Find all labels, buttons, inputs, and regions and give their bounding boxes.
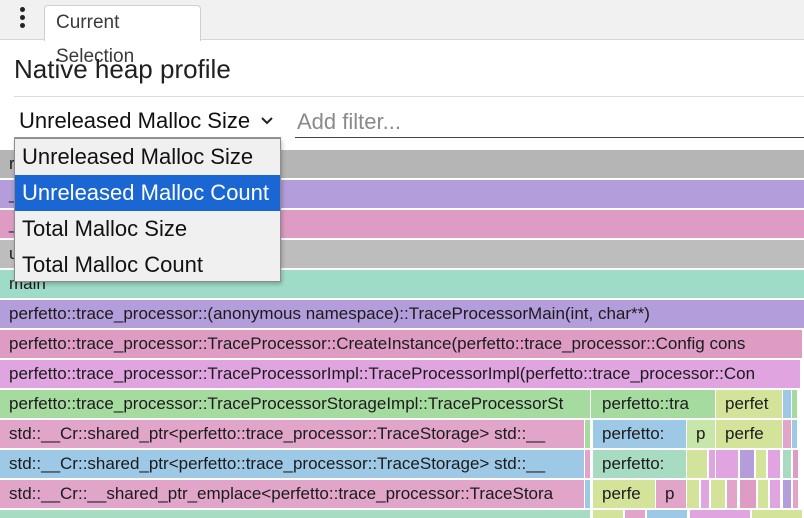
- flame-frame-sliver[interactable]: [690, 510, 750, 518]
- flame-frame-sliver[interactable]: [0, 510, 590, 518]
- flamegraph-row: perfetto::trace_processor::TraceProcesso…: [0, 390, 804, 418]
- flame-frame-sliver[interactable]: [740, 480, 756, 508]
- option-total-malloc-count[interactable]: Total Malloc Count: [15, 247, 280, 283]
- tab-current-selection[interactable]: Current Selection: [44, 5, 201, 67]
- flame-frame-sliver[interactable]: [793, 450, 798, 478]
- flame-frame-sliver[interactable]: [740, 450, 754, 478]
- option-unreleased-malloc-count[interactable]: Unreleased Malloc Count: [15, 175, 280, 211]
- flame-frame-sliver[interactable]: [770, 480, 780, 508]
- flame-frame-sliver[interactable]: [701, 480, 709, 508]
- flame-frame-sliver[interactable]: [793, 480, 798, 508]
- flame-frame[interactable]: perfetto:: [593, 420, 686, 448]
- flame-frame-sliver[interactable]: [585, 450, 590, 478]
- flamegraph-row: std::__Cr::shared_ptr<perfetto::trace_pr…: [0, 450, 804, 478]
- flame-frame-sliver[interactable]: [792, 390, 797, 418]
- flamegraph-row: perfetto::trace_processor::TraceProcesso…: [0, 360, 804, 388]
- flame-frame-sliver[interactable]: [625, 510, 645, 518]
- metric-select[interactable]: Unreleased Malloc Size: [14, 106, 281, 138]
- flame-frame[interactable]: perfe: [716, 420, 782, 448]
- flame-frame[interactable]: perfetto::trace_processor::TraceProcesso…: [0, 330, 802, 358]
- metric-select-value: Unreleased Malloc Size: [19, 108, 251, 133]
- filter-input[interactable]: [295, 106, 804, 138]
- flame-frame-sliver[interactable]: [687, 450, 707, 478]
- flame-frame-sliver[interactable]: [783, 390, 791, 418]
- flame-frame[interactable]: std::__Cr::__shared_ptr_emplace<perfetto…: [0, 480, 584, 508]
- flame-frame[interactable]: std::__Cr::shared_ptr<perfetto::trace_pr…: [0, 420, 584, 448]
- flamegraph-row: std::__Cr::__shared_ptr_emplace<perfetto…: [0, 480, 804, 508]
- flame-frame[interactable]: std::__Cr::shared_ptr<perfetto::trace_pr…: [0, 450, 584, 478]
- flame-frame-sliver[interactable]: [783, 450, 791, 478]
- flame-frame-sliver[interactable]: [792, 420, 797, 448]
- flame-frame-sliver[interactable]: [585, 420, 590, 448]
- flame-frame-sliver[interactable]: [647, 510, 687, 518]
- flamegraph-row: std::__Cr::shared_ptr<perfetto::trace_pr…: [0, 420, 804, 448]
- flame-frame-sliver[interactable]: [756, 450, 766, 478]
- flame-frame[interactable]: perfetto::trace_processor::TraceProcesso…: [0, 390, 590, 418]
- flame-frame-sliver[interactable]: [758, 480, 768, 508]
- flame-frame[interactable]: p: [656, 480, 686, 508]
- flame-frame-sliver[interactable]: [593, 510, 623, 518]
- flame-frame-sliver[interactable]: [716, 450, 738, 478]
- flame-frame-sliver[interactable]: [752, 510, 802, 518]
- flame-frame[interactable]: p: [687, 420, 715, 448]
- flame-frame-sliver[interactable]: [711, 480, 725, 508]
- metric-dropdown-list: Unreleased Malloc Size Unreleased Malloc…: [14, 138, 281, 282]
- flame-frame-sliver[interactable]: [687, 480, 699, 508]
- option-total-malloc-size[interactable]: Total Malloc Size: [15, 211, 280, 247]
- flamegraph-row: perfetto::trace_processor::(anonymous na…: [0, 300, 804, 328]
- tab-bar: Current Selection: [0, 0, 804, 67]
- flame-frame-sliver[interactable]: [727, 480, 737, 508]
- flame-frame-sliver[interactable]: [709, 450, 715, 478]
- flame-frame-sliver[interactable]: [768, 450, 780, 478]
- flamegraph-row: [0, 510, 804, 518]
- flame-frame-sliver[interactable]: [783, 420, 791, 448]
- flame-frame[interactable]: perfe: [593, 480, 655, 508]
- flame-frame[interactable]: perfetto::trace_processor::(anonymous na…: [0, 300, 804, 328]
- flamegraph-row: perfetto::trace_processor::TraceProcesso…: [0, 330, 804, 358]
- more-vert-icon[interactable]: [13, 4, 31, 32]
- flame-frame-sliver[interactable]: [585, 480, 590, 508]
- flame-frame[interactable]: perfetto::tra: [593, 390, 715, 418]
- flame-frame[interactable]: perfetto::trace_processor::TraceProcesso…: [0, 360, 800, 388]
- option-unreleased-malloc-size[interactable]: Unreleased Malloc Size: [15, 139, 280, 175]
- panel-title: Native heap profile: [14, 54, 231, 84]
- flame-frame[interactable]: perfet: [716, 390, 782, 418]
- divider: [14, 96, 804, 97]
- flame-frame-sliver[interactable]: [783, 480, 791, 508]
- flame-frame[interactable]: perfetto:: [593, 450, 686, 478]
